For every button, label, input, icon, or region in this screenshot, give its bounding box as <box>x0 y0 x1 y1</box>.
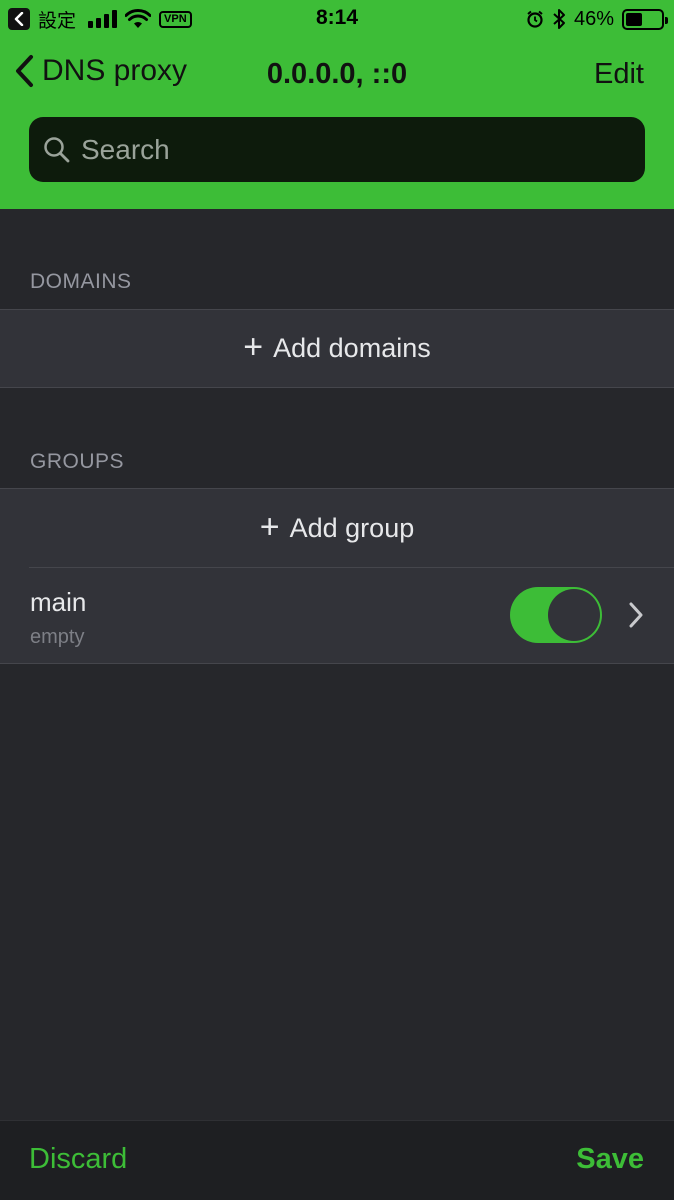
battery-icon <box>622 8 668 30</box>
bluetooth-icon <box>553 9 565 29</box>
save-button[interactable]: Save <box>576 1143 644 1176</box>
toggle-knob <box>548 589 600 641</box>
search-bar[interactable] <box>29 117 645 182</box>
domains-section-header: DOMAINS <box>30 270 132 293</box>
group-row-main[interactable]: main empty <box>0 567 674 664</box>
group-subtitle: empty <box>30 626 85 648</box>
add-domains-button[interactable]: + Add domains <box>0 309 674 388</box>
add-group-button[interactable]: + Add group <box>0 488 674 568</box>
chevron-right-icon[interactable] <box>628 601 644 629</box>
status-bar: 設定 VPN 8:14 46% <box>0 0 674 38</box>
edit-button[interactable]: Edit <box>594 58 644 91</box>
page-title: 0.0.0.0, ::0 <box>266 58 408 90</box>
plus-icon: + <box>243 327 264 366</box>
row-divider <box>29 567 674 568</box>
add-domains-label: Add domains <box>273 333 431 363</box>
battery-percent: 46% <box>573 7 614 30</box>
alarm-icon <box>527 10 543 28</box>
add-group-label: Add group <box>289 513 415 543</box>
groups-section-header: GROUPS <box>30 450 125 473</box>
search-input[interactable] <box>79 132 619 167</box>
plus-icon: + <box>259 507 280 546</box>
header: 設定 VPN 8:14 46% DNS proxy 0.0.0.0,::0 E… <box>0 0 674 209</box>
discard-button[interactable]: Discard <box>29 1143 127 1176</box>
group-enabled-toggle[interactable] <box>510 587 602 643</box>
status-bar-right: 46% <box>526 7 668 31</box>
bottom-toolbar: Discard Save <box>0 1120 674 1200</box>
battery-fill <box>626 12 642 26</box>
group-name: main <box>30 587 87 617</box>
group-text: main empty <box>30 587 86 649</box>
search-icon <box>44 136 70 162</box>
